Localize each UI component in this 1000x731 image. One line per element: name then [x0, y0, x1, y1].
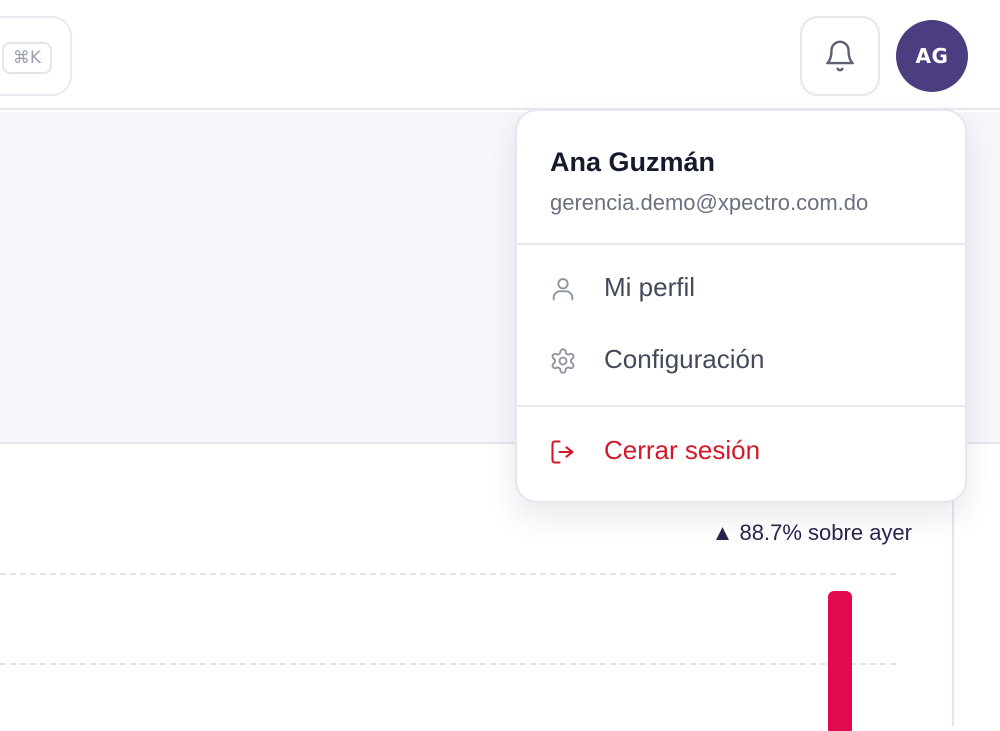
user-menu-header: Ana Guzmán gerencia.demo@xpectro.com.do: [517, 111, 965, 245]
user-icon: [552, 278, 574, 301]
user-name: Ana Guzmán: [550, 147, 716, 177]
search-trigger[interactable]: ⌘K: [0, 16, 72, 96]
chart-gridline: [0, 573, 896, 575]
trend-indicator: ▲ 88.7% sobre ayer: [711, 520, 912, 545]
menu-item-settings[interactable]: Configuración: [517, 329, 965, 393]
top-bar: ⌘K AG: [0, 0, 1000, 110]
user-email: gerencia.demo@xpectro.com.do: [550, 190, 869, 215]
menu-item-label: Mi perfil: [604, 272, 696, 302]
user-menu-dropdown: Ana Guzmán gerencia.demo@xpectro.com.do …: [515, 109, 967, 503]
menu-item-label: Configuración: [604, 344, 765, 374]
notifications-button[interactable]: [800, 16, 880, 96]
chart-bar: [828, 591, 852, 731]
logout-icon: [551, 440, 574, 464]
menu-divider: [517, 405, 965, 407]
search-shortcut-hint: ⌘K: [2, 42, 52, 74]
logout-button[interactable]: Cerrar sesión: [517, 420, 965, 484]
menu-item-profile[interactable]: Mi perfil: [517, 257, 965, 321]
chart-gridline: [0, 663, 896, 665]
bell-icon: [826, 40, 854, 72]
avatar[interactable]: AG: [896, 20, 968, 92]
gear-icon: [551, 348, 575, 374]
logout-label: Cerrar sesión: [604, 435, 761, 465]
